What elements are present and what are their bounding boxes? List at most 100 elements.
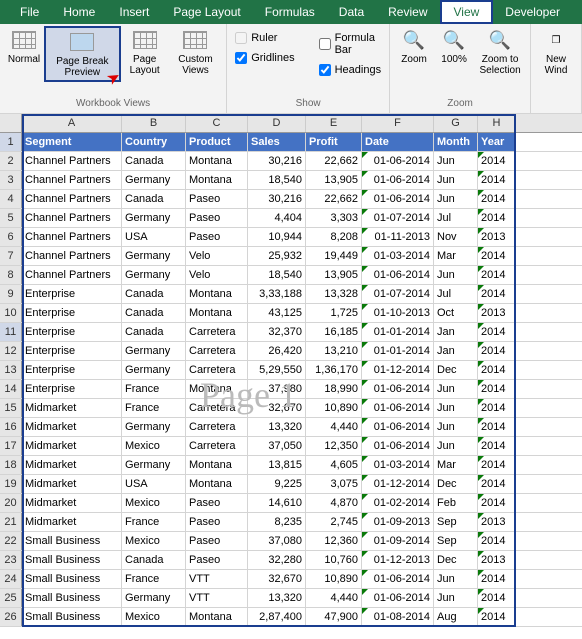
cell[interactable]: Paseo [186,513,248,531]
cell[interactable]: Jun [434,437,478,455]
cell[interactable]: Velo [186,266,248,284]
cell[interactable]: Germany [122,209,186,227]
cell[interactable]: 01-12-2013 [362,551,434,569]
cell[interactable]: 01-12-2014 [362,361,434,379]
column-header[interactable]: F [362,114,434,132]
cell[interactable]: 2014 [478,399,516,417]
cell[interactable]: Germany [122,171,186,189]
column-header[interactable]: D [248,114,306,132]
cell[interactable]: Small Business [22,589,122,607]
cell[interactable]: Paseo [186,551,248,569]
cell[interactable]: 13,328 [306,285,362,303]
cell[interactable]: 10,890 [306,399,362,417]
cell[interactable]: 13,320 [248,418,306,436]
row-header[interactable]: 17 [0,437,22,455]
cell[interactable]: Carretera [186,399,248,417]
cell[interactable]: Germany [122,361,186,379]
tab-developer[interactable]: Developer [493,2,572,22]
tab-view[interactable]: View [440,0,494,24]
cell[interactable]: Aug [434,608,478,626]
cell[interactable]: 01-08-2014 [362,608,434,626]
cell[interactable]: Year [478,133,516,151]
zoom-100-button[interactable]: 🔍 100% [434,26,474,67]
row-header[interactable]: 8 [0,266,22,284]
cell[interactable]: Product [186,133,248,151]
cell[interactable]: Oct [434,304,478,322]
cell[interactable]: Channel Partners [22,171,122,189]
cell[interactable]: France [122,399,186,417]
page-layout-button[interactable]: Page Layout [121,26,169,78]
cell[interactable]: 01-01-2014 [362,342,434,360]
cell[interactable]: Paseo [186,494,248,512]
cell[interactable]: 01-06-2014 [362,152,434,170]
cell[interactable]: Channel Partners [22,228,122,246]
cell[interactable]: Small Business [22,551,122,569]
cell[interactable]: Jul [434,209,478,227]
cell[interactable]: Jun [434,171,478,189]
cell[interactable]: Canada [122,304,186,322]
cell[interactable]: Dec [434,475,478,493]
cell[interactable]: 12,360 [306,532,362,550]
cell[interactable]: 01-06-2014 [362,171,434,189]
row-header[interactable]: 3 [0,171,22,189]
cell[interactable]: 2014 [478,247,516,265]
cell[interactable]: Date [362,133,434,151]
cell[interactable]: 10,944 [248,228,306,246]
gridlines-checkbox[interactable]: Gridlines [231,50,298,66]
tab-formulas[interactable]: Formulas [253,2,327,22]
row-header[interactable]: 10 [0,304,22,322]
cell[interactable]: Mexico [122,494,186,512]
cell[interactable]: Dec [434,551,478,569]
cell[interactable]: Paseo [186,228,248,246]
column-header[interactable]: A [22,114,122,132]
cell[interactable]: 47,900 [306,608,362,626]
cell[interactable]: 2014 [478,171,516,189]
cell[interactable]: 01-06-2014 [362,570,434,588]
cell[interactable]: 2014 [478,494,516,512]
cell[interactable]: Mexico [122,608,186,626]
cell[interactable]: 01-06-2014 [362,589,434,607]
cell[interactable]: 37,050 [248,437,306,455]
cell[interactable]: Jan [434,342,478,360]
cell[interactable]: 13,815 [248,456,306,474]
cell[interactable]: 01-06-2014 [362,399,434,417]
cell[interactable]: Midmarket [22,456,122,474]
cell[interactable]: Midmarket [22,418,122,436]
cell[interactable]: Jun [434,152,478,170]
cell[interactable]: Profit [306,133,362,151]
row-header[interactable]: 15 [0,399,22,417]
cell[interactable]: 01-12-2014 [362,475,434,493]
tab-data[interactable]: Data [327,2,376,22]
cell[interactable]: Canada [122,323,186,341]
cell[interactable]: Carretera [186,437,248,455]
cell[interactable]: Small Business [22,570,122,588]
cell[interactable]: Enterprise [22,380,122,398]
cell[interactable]: Montana [186,608,248,626]
cell[interactable]: Midmarket [22,399,122,417]
cell[interactable]: Small Business [22,532,122,550]
cell[interactable]: Channel Partners [22,247,122,265]
cell[interactable]: 01-03-2014 [362,456,434,474]
cell[interactable]: 18,540 [248,266,306,284]
cell[interactable]: Canada [122,190,186,208]
cell[interactable]: 2014 [478,152,516,170]
cell[interactable]: 43,125 [248,304,306,322]
row-header[interactable]: 9 [0,285,22,303]
column-header[interactable]: E [306,114,362,132]
cell[interactable]: 13,320 [248,589,306,607]
cell[interactable]: 1,725 [306,304,362,322]
row-header[interactable]: 23 [0,551,22,569]
cell[interactable]: Enterprise [22,361,122,379]
cell[interactable]: 2014 [478,608,516,626]
cell[interactable]: 22,662 [306,152,362,170]
formula-bar-checkbox[interactable]: Formula Bar [315,30,385,58]
cell[interactable]: 01-11-2013 [362,228,434,246]
cell[interactable]: 32,670 [248,570,306,588]
column-header[interactable]: H [478,114,516,132]
headings-checkbox[interactable]: Headings [315,62,385,78]
cell[interactable]: Jun [434,570,478,588]
zoom-to-selection-button[interactable]: 🔍 Zoom to Selection [474,26,526,78]
cell[interactable]: Channel Partners [22,152,122,170]
cell[interactable]: Jun [434,190,478,208]
cell[interactable]: 12,350 [306,437,362,455]
